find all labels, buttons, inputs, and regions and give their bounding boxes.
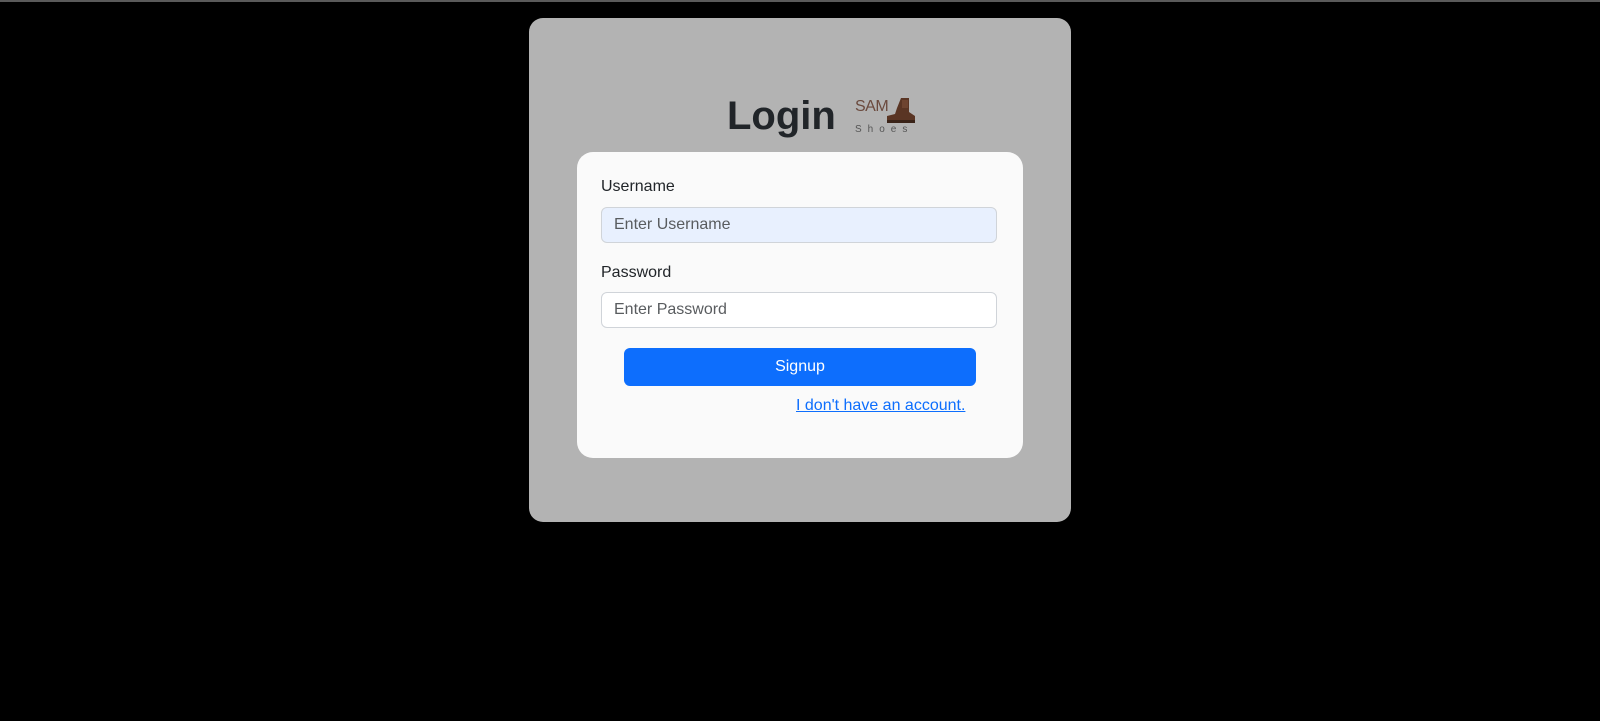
logo-tagline: Shoes xyxy=(855,124,914,135)
login-header: Login SAM Shoes xyxy=(529,90,1071,142)
boot-icon xyxy=(887,98,915,123)
password-label: Password xyxy=(601,264,672,281)
login-form-card: Username Password Signup I don't have an… xyxy=(577,152,1023,458)
no-account-link[interactable]: I don't have an account. xyxy=(796,397,965,415)
window-top-border xyxy=(0,0,1600,2)
login-panel: Login SAM Shoes Username Password Signup… xyxy=(529,18,1071,522)
password-input[interactable] xyxy=(601,292,997,328)
username-label: Username xyxy=(601,178,675,195)
brand-logo: SAM Shoes xyxy=(853,94,917,142)
page-title: Login xyxy=(727,94,836,138)
signup-button[interactable]: Signup xyxy=(624,348,976,386)
username-input[interactable] xyxy=(601,207,997,243)
